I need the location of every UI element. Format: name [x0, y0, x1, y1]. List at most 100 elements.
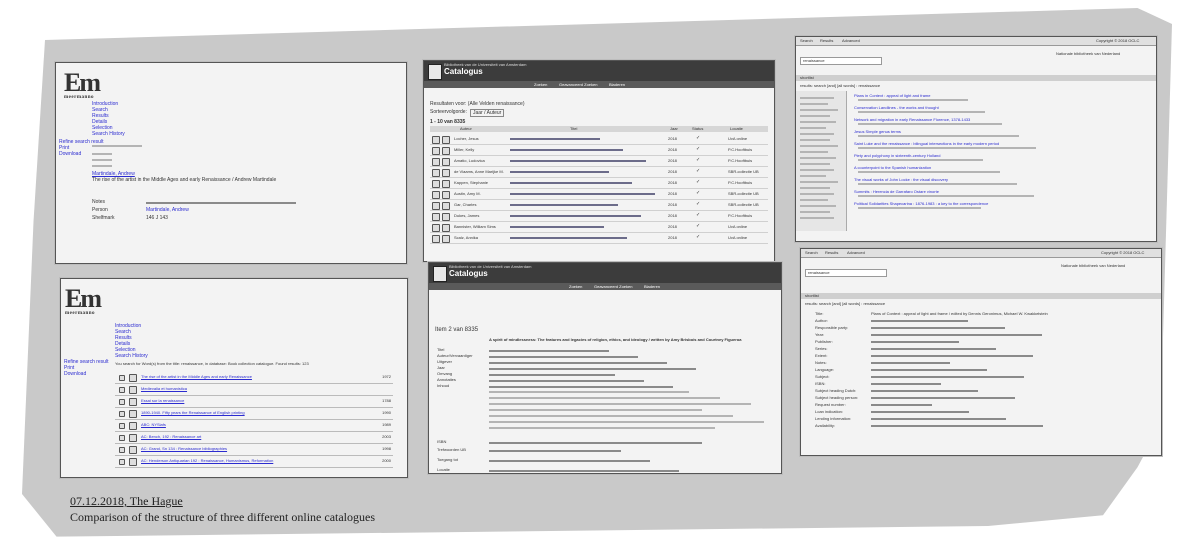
uva-detail-title: A spirit of mindlessness: The features a… [489, 337, 742, 342]
row-title-link[interactable] [510, 149, 623, 151]
list-item[interactable]: Piety and polyphony in sixteenth-century… [854, 153, 941, 158]
result-title-link[interactable]: The rise of the artist in the Middle Age… [141, 374, 252, 379]
list-item[interactable]: Saint Luke and the renaissance : bilingu… [854, 141, 999, 146]
checkmark-icon: ✓ [696, 190, 701, 196]
book-icon [432, 136, 440, 144]
kb-topnav[interactable]: Search Results Advanced Copyright © 2018… [796, 37, 1156, 46]
table-row[interactable]: Locher, Jesus 2018 ✓ UvA online [430, 135, 768, 145]
list-item[interactable]: Network and migration in early Renaissan… [854, 117, 970, 122]
detail-value [489, 386, 673, 388]
table-row[interactable]: The rise of the artist in the Middle Age… [115, 373, 393, 384]
row-title-link[interactable] [510, 226, 604, 228]
table-row[interactable]: de Vlaams, Anne Marijke M. 2018 ✓ SBR-colle… [430, 168, 768, 178]
list-item[interactable]: Political Solidarities Shapecarina : 187… [854, 201, 988, 206]
kb-facets-sidebar[interactable] [796, 91, 847, 231]
table-row[interactable]: Scalz, Annika 2018 ✓ UvA online [430, 234, 768, 244]
checkbox[interactable] [119, 435, 125, 441]
detail-label: Request number: [815, 402, 846, 407]
result-title-link[interactable]: Medievalia et humanistica [141, 386, 187, 391]
shelfmark-label: Shelfmark [92, 215, 115, 221]
row-title-link[interactable] [510, 193, 655, 195]
detail-label: Loan indication: [815, 409, 844, 414]
result-title-link[interactable]: AC: Grand, Sn 134 : Renaissance bibliogr… [141, 446, 227, 451]
list-item[interactable]: Plans in Context : appeal of light and f… [854, 93, 931, 98]
meermanno-nav-2[interactable]: Introduction Search Results Details Selecti… [115, 323, 148, 359]
table-row[interactable]: Essai sur la renaissance 1788 [115, 397, 393, 408]
detail-value [871, 320, 968, 322]
row-title-link[interactable] [510, 215, 641, 217]
row-title-link[interactable] [510, 171, 609, 173]
uva-tab-bar[interactable]: Zoeken Geavanceerd Zoeken Bladeren [424, 81, 774, 88]
table-row[interactable]: Kappen, Stephanie 2018 ✓ P.C.Hooftbuis [430, 179, 768, 189]
row-author: Amatio, Ludovica [454, 158, 485, 163]
table-row[interactable]: Miller, Kelly 2018 ✓ P.C.Hooftbuis [430, 146, 768, 156]
checkbox[interactable] [119, 459, 125, 465]
row-year: 2018 [668, 213, 677, 218]
list-item[interactable]: The visual works of John Locke : the vis… [854, 177, 948, 182]
result-year: 1989 [382, 422, 391, 427]
result-title-link[interactable]: AC: Henderson Antiquarian 192 : Renaissa… [141, 458, 273, 463]
row-title-link[interactable] [510, 204, 618, 206]
detail-value [489, 380, 644, 382]
tab-zoeken[interactable]: Zoeken [534, 82, 547, 87]
abstract-line [489, 397, 720, 399]
checkbox[interactable] [119, 399, 125, 405]
table-row[interactable]: Amatio, Ludovica 2018 ✓ P.C.Hooftbuis [430, 157, 768, 167]
list-item[interactable]: Summits : Herencia de Garrafaro Ostare v… [854, 189, 939, 194]
row-title-link[interactable] [510, 237, 627, 239]
detail-value [871, 404, 932, 406]
row-title-link[interactable] [510, 138, 600, 140]
result-title-link[interactable]: Essai sur la renaissance [141, 398, 184, 403]
kb-detail-screenshot: Search Results Advanced Copyright © 2018… [800, 248, 1162, 456]
meermanno-nav[interactable]: Introduction Search Results Details Selecti… [92, 101, 125, 137]
kb-search-input-2[interactable]: renaissance [805, 269, 887, 277]
table-row[interactable]: AC: Henderson Antiquarian 192 : Renaissa… [115, 457, 393, 468]
result-title-link[interactable]: AC: Bench, 192 : Renaissance art [141, 434, 201, 439]
result-title-link[interactable]: ABC: NYSiafs [141, 422, 166, 427]
result-year: 1998 [382, 446, 391, 451]
list-item[interactable]: Jesus Simple genus terms [854, 129, 901, 134]
kb-nav-search[interactable]: Search [800, 38, 813, 43]
kb-nav-results[interactable]: Results [820, 38, 833, 43]
meermanno-left-links-2[interactable]: Refine search result Print Download [64, 359, 108, 377]
person-link[interactable]: Martindale, Andrew [146, 207, 189, 213]
tab-geavanceerd[interactable]: Geavanceerd Zoeken [559, 82, 597, 87]
table-row[interactable]: Medievalia et humanistica [115, 385, 393, 396]
uva-sort-select[interactable]: Jaar / Auteur [470, 109, 505, 117]
result-title-link[interactable]: 1890-1940. Fifty years the Renaissance o… [141, 410, 245, 415]
table-row[interactable]: Austin, Amy M. 2018 ✓ SBR-collectie UB [430, 190, 768, 200]
checkbox[interactable] [119, 423, 125, 429]
checkbox[interactable] [119, 411, 125, 417]
kb-nav-advanced[interactable]: Advanced [842, 38, 860, 43]
kb-topnav-2[interactable]: Search Results Advanced Copyright © 2018… [801, 249, 1161, 258]
row-author: Scalz, Annika [454, 235, 479, 240]
table-row[interactable]: Gar, Charles 2018 ✓ SBR-collectie UB [430, 201, 768, 211]
kb-search-input[interactable]: renaissance [800, 57, 882, 65]
table-row[interactable]: 1890-1940. Fifty years the Renaissance o… [115, 409, 393, 420]
table-row[interactable]: ABC: NYSiafs 1989 [115, 421, 393, 432]
row-author: Austin, Amy M. [454, 191, 481, 196]
tab-bladeren[interactable]: Bladeren [609, 82, 625, 87]
table-row[interactable]: Bannister, William Sims 2018 ✓ UvA online [430, 223, 768, 233]
table-row[interactable]: Dukes, James 2018 ✓ P.C.Hooftbuis [430, 212, 768, 222]
checkbox[interactable] [119, 375, 125, 381]
table-row[interactable]: AC: Grand, Sn 134 : Renaissance bibliogr… [115, 445, 393, 456]
checkbox[interactable] [119, 447, 125, 453]
detail-label: Locatie [437, 467, 450, 472]
list-item[interactable]: A counterpoint to the Spanish humanizati… [854, 165, 931, 170]
list-item[interactable]: Conservation Landlines - the works and t… [854, 105, 939, 110]
result-year: 2000 [382, 458, 391, 463]
row-title-link[interactable] [510, 182, 632, 184]
book-icon [129, 422, 137, 430]
book-icon [129, 398, 137, 406]
row-title-link[interactable] [510, 160, 646, 162]
detail-label: ISBN: [815, 381, 826, 386]
row-location: SBR-collectie UB [728, 169, 759, 174]
detail-label: Series: [815, 346, 828, 351]
detail-label: Availability: [815, 423, 835, 428]
row-location: P.C.Hooftbuis [728, 180, 753, 185]
checkbox[interactable] [119, 387, 125, 393]
uva-tab-bar-2[interactable]: Zoeken Geavanceerd Zoeken Bladeren [429, 283, 781, 290]
table-row[interactable]: AC: Bench, 192 : Renaissance art 2003 [115, 433, 393, 444]
uva-count: 1 - 10 van 8335 [430, 119, 466, 125]
